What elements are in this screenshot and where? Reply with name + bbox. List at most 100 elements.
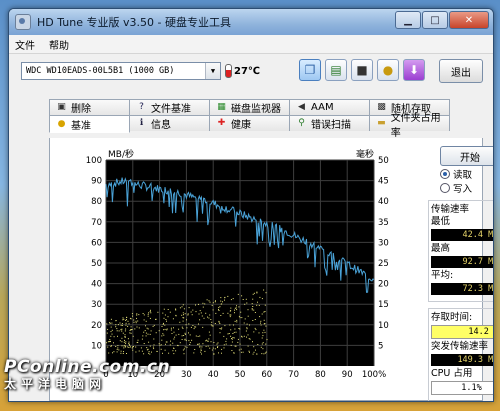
access-time-point: [251, 309, 253, 311]
title-bar[interactable]: HD Tune 专业版 v3.50 - 硬盘专业工具 ▁ □ ✕: [9, 9, 493, 35]
menu-file[interactable]: 文件: [15, 37, 35, 52]
tab-erase[interactable]: ▣ 删除: [49, 99, 130, 115]
access-time-point: [117, 347, 119, 349]
access-time-point: [123, 318, 125, 320]
access-time-point: [212, 309, 214, 311]
x-tick-label: 40: [208, 370, 219, 380]
options-button[interactable]: ●: [377, 59, 399, 81]
access-time-point: [199, 319, 201, 321]
access-time-point: [264, 323, 266, 324]
access-time-point: [247, 309, 249, 311]
access-time-point: [106, 342, 108, 344]
tab-folder-usage[interactable]: ▬ 文件夹占用率: [369, 113, 450, 139]
tab-error-scan[interactable]: ⚲ 错误扫描: [289, 115, 370, 131]
access-time-point: [239, 317, 241, 319]
tab-file-benchmark[interactable]: ? 文件基准: [129, 99, 210, 115]
start-button[interactable]: 开始: [440, 146, 493, 166]
access-time-point: [254, 327, 256, 329]
access-time-point: [108, 352, 110, 354]
access-time-point: [246, 328, 248, 330]
red-cross-icon: ✚: [217, 118, 226, 128]
copy-screenshot-button[interactable]: ▤: [325, 59, 347, 81]
access-time-point: [125, 322, 127, 324]
access-time-point: [182, 312, 184, 314]
access-time-point: [258, 304, 260, 306]
menu-help[interactable]: 帮助: [49, 37, 69, 52]
drive-select[interactable]: WDC WD10EADS-00L5B1 (1000 GB) ▼: [21, 62, 221, 80]
radio-selected-icon: [440, 169, 450, 179]
access-time-point: [199, 345, 201, 347]
access-time-point: [162, 323, 164, 325]
access-time-point: [160, 348, 162, 350]
access-time-point: [202, 343, 204, 345]
access-time-point: [129, 317, 131, 319]
access-time-point: [261, 298, 263, 300]
access-time-point: [265, 292, 267, 294]
access-time-point: [255, 329, 257, 331]
close-button[interactable]: ✕: [449, 11, 489, 29]
app-window: HD Tune 专业版 v3.50 - 硬盘专业工具 ▁ □ ✕ 文件 帮助 W…: [8, 8, 494, 402]
access-time-point: [212, 347, 214, 349]
copy-info-button[interactable]: ❐: [299, 59, 321, 81]
access-time-point: [218, 309, 219, 311]
tab-aam[interactable]: ◀ AAM: [289, 99, 370, 115]
tab-info[interactable]: ℹ 信息: [129, 115, 210, 131]
access-time-point: [163, 317, 165, 319]
avg-label: 平均:: [431, 270, 454, 281]
access-time-point: [187, 314, 189, 316]
access-time-point: [233, 337, 235, 339]
access-time-point: [161, 339, 163, 341]
access-time-point: [113, 336, 115, 338]
access-time-point: [106, 332, 108, 334]
watermark-line2: 太平洋电脑网: [4, 377, 107, 391]
access-time-point: [230, 329, 232, 331]
access-time-point: [265, 343, 267, 345]
access-time-point: [237, 338, 239, 340]
access-time-point: [248, 338, 250, 340]
maximize-button[interactable]: □: [422, 11, 448, 29]
access-time-point: [202, 306, 204, 308]
tab-disk-monitor[interactable]: ▦ 磁盘监视器: [209, 99, 290, 115]
access-time-point: [127, 338, 129, 340]
tab-health[interactable]: ✚ 健康: [209, 115, 290, 131]
access-time-point: [146, 349, 148, 351]
read-radio[interactable]: 读取: [440, 168, 493, 181]
access-time-point: [121, 323, 123, 325]
access-time-point: [236, 309, 238, 311]
access-time-point: [259, 296, 261, 298]
access-time-point: [116, 328, 118, 330]
access-time-point: [235, 331, 237, 333]
access-time-point: [240, 311, 242, 313]
tab-benchmark[interactable]: ● 基准: [49, 115, 130, 133]
burst-rate-label: 突发传输速率: [431, 341, 489, 352]
save-button[interactable]: ■: [351, 59, 373, 81]
access-time-point: [131, 328, 133, 330]
access-time-point: [150, 330, 152, 332]
access-time-point: [119, 340, 121, 342]
screenshot-icon: ▤: [330, 63, 342, 77]
access-time-point: [183, 335, 185, 336]
access-time-point: [130, 326, 132, 328]
access-time-point: [253, 346, 255, 348]
access-time-point: [262, 348, 264, 350]
menu-bar: 文件 帮助: [9, 35, 493, 54]
download-button[interactable]: ⬇: [403, 59, 425, 81]
access-time-point: [200, 351, 202, 353]
exit-button[interactable]: 退出: [439, 59, 483, 83]
x-tick-label: 70: [288, 370, 299, 380]
access-time-point: [241, 336, 243, 338]
access-time-point: [167, 316, 169, 318]
chevron-down-icon[interactable]: ▼: [205, 63, 220, 79]
grid-icon: ▩: [377, 102, 386, 112]
access-time-point: [147, 333, 149, 335]
access-time-point: [122, 319, 124, 321]
access-time-point: [243, 335, 245, 337]
y-right-tick-label: 25: [378, 259, 389, 269]
access-time-point: [263, 329, 265, 331]
access-time-point: [149, 353, 151, 355]
access-time-point: [261, 353, 263, 355]
access-time-point: [242, 299, 244, 300]
access-time-point: [125, 320, 127, 321]
write-radio[interactable]: 写入: [440, 182, 493, 195]
minimize-button[interactable]: ▁: [395, 11, 421, 29]
